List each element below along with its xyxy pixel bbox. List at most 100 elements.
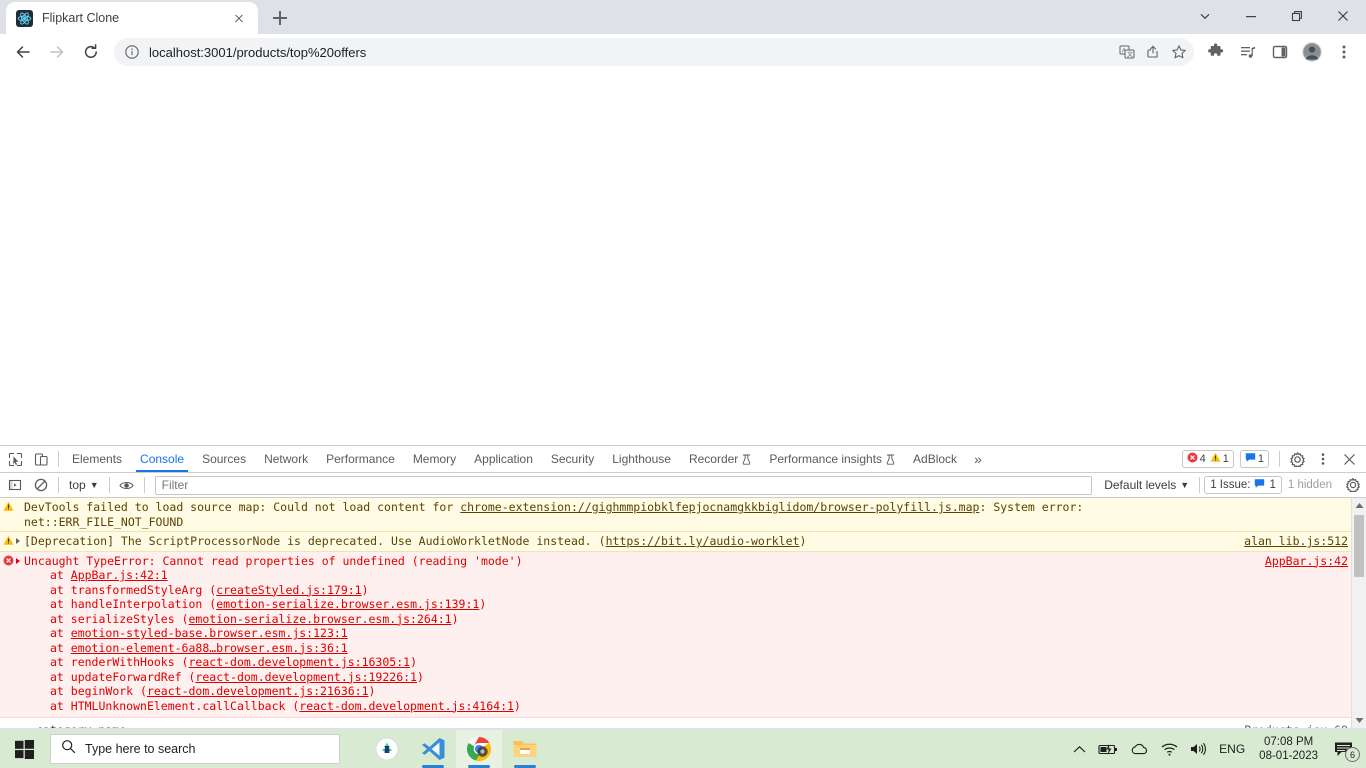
error-warning-counter[interactable]: 4 1 <box>1181 450 1234 468</box>
console-sidebar-icon[interactable] <box>2 472 28 498</box>
issues-bar-button[interactable]: 1 Issue: 1 <box>1204 476 1282 494</box>
stack-frame[interactable]: at emotion-element-6a88…browser.esm.js:3… <box>50 641 1366 656</box>
scroll-down-arrow-icon[interactable] <box>1352 713 1366 728</box>
live-expression-eye-icon[interactable] <box>114 472 140 498</box>
back-button[interactable] <box>8 37 38 67</box>
stack-frame[interactable]: at transformedStyleArg (createStyled.js:… <box>50 583 1366 598</box>
chrome-menu-icon[interactable] <box>1330 38 1358 66</box>
reload-button[interactable] <box>76 37 106 67</box>
message-source-link[interactable]: AppBar.js:42 <box>1265 554 1348 568</box>
stack-location[interactable]: emotion-styled-base.browser.esm.js:123:1 <box>71 626 348 640</box>
devtools-tab-console[interactable]: Console <box>131 446 193 472</box>
stack-location[interactable]: emotion-element-6a88…browser.esm.js:36:1 <box>71 641 348 655</box>
reading-list-icon[interactable] <box>1234 38 1262 66</box>
message-source-link[interactable]: Products.jsx:69 <box>1244 723 1348 728</box>
console-levels-dropdown[interactable]: Default levels ▼ <box>1098 478 1195 492</box>
forward-button[interactable] <box>42 37 72 67</box>
devtools-tab-performance-insights[interactable]: Performance insights <box>760 446 904 472</box>
profile-avatar-icon[interactable] <box>1298 38 1326 66</box>
stack-frame[interactable]: at AppBar.js:42:1 <box>50 568 1366 583</box>
scrollbar-thumb[interactable] <box>1354 515 1364 577</box>
start-button[interactable] <box>0 730 48 768</box>
battery-charging-icon[interactable] <box>1092 730 1124 768</box>
devtools-close-icon[interactable] <box>1336 446 1362 472</box>
devtools-tab-memory[interactable]: Memory <box>404 446 465 472</box>
bookmark-star-icon[interactable] <box>1166 39 1192 65</box>
console-message-log[interactable]: category name Products.jsx:69 <box>0 718 1366 728</box>
notification-center-button[interactable]: 6 <box>1326 730 1362 768</box>
device-toolbar-icon[interactable] <box>28 446 54 472</box>
stack-location[interactable]: react-dom.development.js:16305:1 <box>189 655 411 669</box>
issues-counter[interactable]: 1 <box>1239 450 1269 468</box>
close-tab-button[interactable] <box>230 9 248 27</box>
stack-frame[interactable]: at renderWithHooks (react-dom.developmen… <box>50 655 1366 670</box>
console-scrollbar[interactable] <box>1351 498 1366 728</box>
console-filter-input[interactable] <box>154 475 1093 495</box>
minimize-button[interactable] <box>1228 0 1274 32</box>
message-link[interactable]: chrome-extension://gighmmpiobklfepjocnam… <box>460 500 979 514</box>
stack-prefix: at <box>50 597 71 611</box>
info-circle-icon[interactable] <box>124 44 140 60</box>
stack-location[interactable]: react-dom.development.js:19226:1 <box>195 670 417 684</box>
console-message-error[interactable]: Uncaught TypeError: Cannot read properti… <box>0 551 1366 718</box>
translate-icon[interactable]: A 文 <box>1114 39 1140 65</box>
inspect-element-icon[interactable] <box>2 446 28 472</box>
devtools-tab-security[interactable]: Security <box>542 446 603 472</box>
expand-arrow-icon[interactable] <box>16 538 20 544</box>
console-message-list[interactable]: DevTools failed to load source map: Coul… <box>0 498 1366 728</box>
extensions-puzzle-icon[interactable] <box>1202 38 1230 66</box>
devtools-tab-elements[interactable]: Elements <box>63 446 131 472</box>
close-window-button[interactable] <box>1320 0 1366 32</box>
taskbar-app-android-studio[interactable] <box>364 730 410 768</box>
stack-frame[interactable]: at updateForwardRef (react-dom.developme… <box>50 670 1366 685</box>
clear-console-icon[interactable] <box>28 472 54 498</box>
taskbar-search-box[interactable]: Type here to search <box>50 734 340 764</box>
devtools-tab-lighthouse[interactable]: Lighthouse <box>603 446 680 472</box>
devtools-tab-adblock[interactable]: AdBlock <box>904 446 966 472</box>
speaker-icon[interactable] <box>1184 730 1213 768</box>
wifi-icon[interactable] <box>1155 730 1184 768</box>
devtools-tab-recorder[interactable]: Recorder <box>680 446 760 472</box>
devtools-tab-application[interactable]: Application <box>465 446 542 472</box>
tab-search-button[interactable] <box>1182 0 1228 32</box>
message-source-link[interactable]: alan lib.js:512 <box>1244 534 1348 548</box>
share-icon[interactable] <box>1140 39 1166 65</box>
address-bar[interactable]: localhost:3001/products/top%20offers A 文 <box>114 38 1194 66</box>
message-link[interactable]: https://bit.ly/audio-worklet <box>606 534 800 548</box>
side-panel-icon[interactable] <box>1266 38 1294 66</box>
stack-location[interactable]: createStyled.js:179:1 <box>216 583 361 597</box>
new-tab-button[interactable] <box>266 4 294 32</box>
scroll-up-arrow-icon[interactable] <box>1352 498 1366 513</box>
stack-frame[interactable]: at emotion-styled-base.browser.esm.js:12… <box>50 626 1366 641</box>
onedrive-cloud-icon[interactable] <box>1124 730 1155 768</box>
stack-location[interactable]: emotion-serialize.browser.esm.js:139:1 <box>216 597 479 611</box>
language-indicator[interactable]: ENG <box>1213 730 1251 768</box>
stack-frame[interactable]: at serializeStyles (emotion-serialize.br… <box>50 612 1366 627</box>
execution-context-selector[interactable]: top ▼ <box>63 478 105 492</box>
devtools-tab-sources[interactable]: Sources <box>193 446 255 472</box>
stack-frame[interactable]: at HTMLUnknownElement.callCallback (reac… <box>50 699 1366 714</box>
show-hidden-icons-button[interactable] <box>1067 730 1092 768</box>
expand-arrow-icon[interactable] <box>16 557 20 564</box>
stack-location[interactable]: emotion-serialize.browser.esm.js:264:1 <box>189 612 452 626</box>
stack-location[interactable]: react-dom.development.js:21636:1 <box>147 684 369 698</box>
stack-location[interactable]: react-dom.development.js:4164:1 <box>299 699 514 713</box>
devtools-kebab-menu-icon[interactable] <box>1310 446 1336 472</box>
taskbar-app-chrome[interactable] <box>456 730 502 768</box>
taskbar-app-file-explorer[interactable] <box>502 730 548 768</box>
console-settings-gear-icon[interactable] <box>1340 472 1366 498</box>
stack-location[interactable]: AppBar.js:42:1 <box>71 568 168 582</box>
console-message-text: [Deprecation] The ScriptProcessorNode is… <box>24 534 1366 549</box>
console-message-warning[interactable]: [Deprecation] The ScriptProcessorNode is… <box>0 532 1366 552</box>
devtools-tabs-overflow-button[interactable]: » <box>966 451 990 467</box>
stack-frame[interactable]: at handleInterpolation (emotion-serializ… <box>50 597 1366 612</box>
taskbar-app-vscode[interactable] <box>410 730 456 768</box>
console-message-warning[interactable]: DevTools failed to load source map: Coul… <box>0 498 1366 532</box>
browser-tab[interactable]: Flipkart Clone <box>6 2 258 34</box>
devtools-tab-performance[interactable]: Performance <box>317 446 404 472</box>
taskbar-clock[interactable]: 07:08 PM 08-01-2023 <box>1251 735 1326 763</box>
devtools-settings-gear-icon[interactable] <box>1284 446 1310 472</box>
maximize-button[interactable] <box>1274 0 1320 32</box>
stack-frame[interactable]: at beginWork (react-dom.development.js:2… <box>50 684 1366 699</box>
devtools-tab-network[interactable]: Network <box>255 446 317 472</box>
